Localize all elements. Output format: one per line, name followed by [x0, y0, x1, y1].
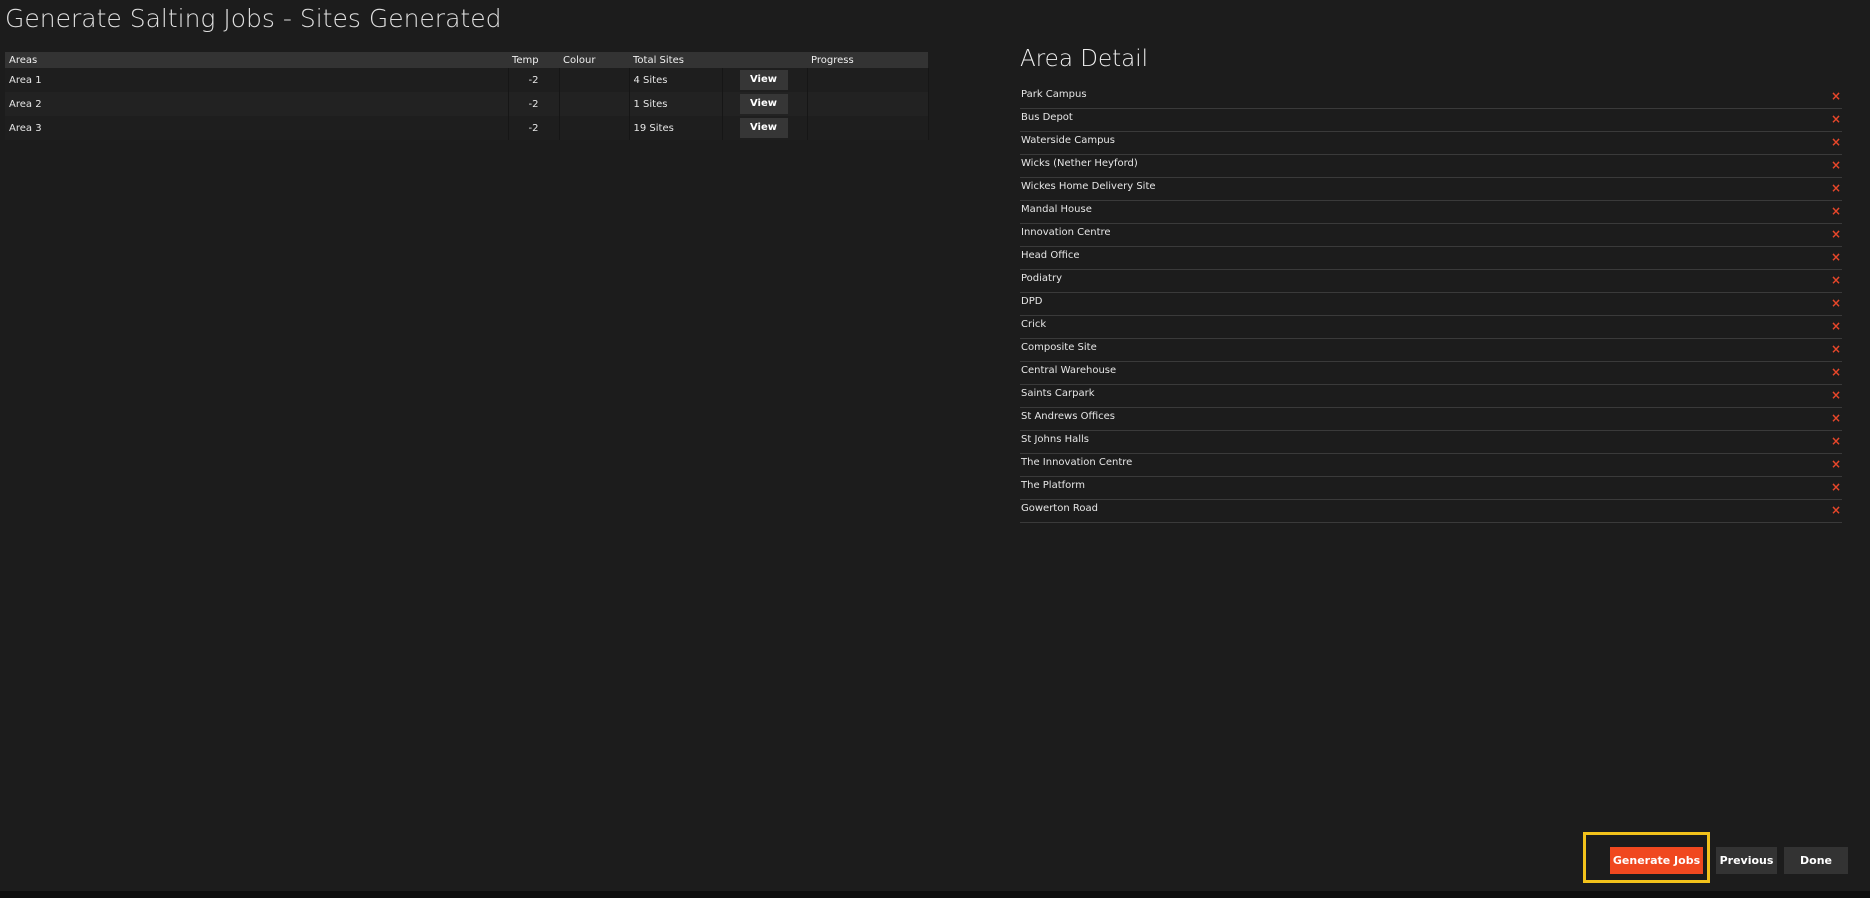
table-row: Area 2 -2 1 Sites View	[5, 92, 929, 116]
action-cell: View	[722, 116, 808, 140]
table-row: Area 3 -2 19 Sites View	[5, 116, 929, 140]
site-name: Innovation Centre	[1021, 227, 1111, 238]
remove-icon[interactable]: ×	[1830, 159, 1842, 171]
remove-icon[interactable]: ×	[1830, 458, 1842, 470]
remove-icon[interactable]: ×	[1830, 274, 1842, 286]
remove-icon[interactable]: ×	[1830, 320, 1842, 332]
list-item: Central Warehouse ×	[1020, 362, 1842, 385]
page-title: Generate Salting Jobs - Sites Generated	[5, 4, 502, 33]
area-cell: Area 3	[5, 116, 509, 140]
site-name: Central Warehouse	[1021, 365, 1117, 376]
remove-icon[interactable]: ×	[1830, 228, 1842, 240]
header-temp: Temp	[508, 52, 559, 68]
list-item: Gowerton Road ×	[1020, 500, 1842, 523]
progress-cell	[807, 92, 929, 116]
colour-cell	[559, 68, 630, 92]
total-sites-cell: 19 Sites	[629, 116, 723, 140]
site-name: Mandal House	[1021, 204, 1092, 215]
list-item: Saints Carpark ×	[1020, 385, 1842, 408]
area-detail-list: Park Campus × Bus Depot × Waterside Campus × W…	[1020, 86, 1842, 523]
area-cell: Area 1	[5, 68, 509, 92]
remove-icon[interactable]: ×	[1830, 251, 1842, 263]
list-item: Composite Site ×	[1020, 339, 1842, 362]
site-name: Saints Carpark	[1021, 388, 1095, 399]
site-name: Park Campus	[1021, 89, 1087, 100]
view-button[interactable]: View	[739, 118, 788, 138]
header-action	[722, 52, 807, 68]
remove-icon[interactable]: ×	[1830, 297, 1842, 309]
remove-icon[interactable]: ×	[1830, 504, 1842, 516]
list-item: Mandal House ×	[1020, 201, 1842, 224]
site-name: The Innovation Centre	[1021, 457, 1133, 468]
list-item: Bus Depot ×	[1020, 109, 1842, 132]
header-total-sites: Total Sites	[629, 52, 722, 68]
header-progress: Progress	[807, 52, 928, 68]
remove-icon[interactable]: ×	[1830, 205, 1842, 217]
list-item: The Platform ×	[1020, 477, 1842, 500]
site-name: Composite Site	[1021, 342, 1097, 353]
site-name: Gowerton Road	[1021, 503, 1098, 514]
list-item: Innovation Centre ×	[1020, 224, 1842, 247]
area-detail-title: Area Detail	[1020, 46, 1148, 72]
temp-cell: -2	[508, 68, 560, 92]
area-cell: Area 2	[5, 92, 509, 116]
site-name: Waterside Campus	[1021, 135, 1115, 146]
list-item: Crick ×	[1020, 316, 1842, 339]
site-name: St Johns Halls	[1021, 434, 1089, 445]
list-item: St Johns Halls ×	[1020, 431, 1842, 454]
page: Generate Salting Jobs - Sites Generated …	[0, 0, 1870, 898]
list-item: Wicks (Nether Heyford) ×	[1020, 155, 1842, 178]
remove-icon[interactable]: ×	[1830, 412, 1842, 424]
site-name: DPD	[1021, 296, 1043, 307]
remove-icon[interactable]: ×	[1830, 366, 1842, 378]
remove-icon[interactable]: ×	[1830, 343, 1842, 355]
bottom-bar	[0, 891, 1870, 898]
view-button[interactable]: View	[739, 94, 788, 114]
colour-cell	[559, 116, 630, 140]
progress-cell	[807, 116, 929, 140]
action-cell: View	[722, 68, 808, 92]
remove-icon[interactable]: ×	[1830, 435, 1842, 447]
previous-button[interactable]: Previous	[1716, 847, 1777, 874]
header-colour: Colour	[559, 52, 629, 68]
site-name: Crick	[1021, 319, 1047, 330]
site-name: Bus Depot	[1021, 112, 1073, 123]
site-name: St Andrews Offices	[1021, 411, 1115, 422]
list-item: St Andrews Offices ×	[1020, 408, 1842, 431]
done-button[interactable]: Done	[1784, 847, 1848, 874]
list-item: Park Campus ×	[1020, 86, 1842, 109]
table-row: Area 1 -2 4 Sites View	[5, 68, 929, 92]
site-name: Wickes Home Delivery Site	[1021, 181, 1156, 192]
progress-cell	[807, 68, 929, 92]
remove-icon[interactable]: ×	[1830, 90, 1842, 102]
site-name: Wicks (Nether Heyford)	[1021, 158, 1138, 169]
site-name: Podiatry	[1021, 273, 1062, 284]
site-name: The Platform	[1021, 480, 1085, 491]
list-item: Waterside Campus ×	[1020, 132, 1842, 155]
areas-table-header: Areas Temp Colour Total Sites Progress	[5, 52, 928, 68]
areas-table-body: Area 1 -2 4 Sites View Area 2 -2 1 Sites View Ar…	[5, 68, 929, 140]
remove-icon[interactable]: ×	[1830, 481, 1842, 493]
temp-cell: -2	[508, 92, 560, 116]
list-item: The Innovation Centre ×	[1020, 454, 1842, 477]
temp-cell: -2	[508, 116, 560, 140]
view-button[interactable]: View	[739, 70, 788, 90]
total-sites-cell: 1 Sites	[629, 92, 723, 116]
site-name: Head Office	[1021, 250, 1080, 261]
total-sites-cell: 4 Sites	[629, 68, 723, 92]
list-item: DPD ×	[1020, 293, 1842, 316]
list-item: Podiatry ×	[1020, 270, 1842, 293]
generate-jobs-button[interactable]: Generate Jobs	[1610, 847, 1703, 874]
remove-icon[interactable]: ×	[1830, 389, 1842, 401]
list-item: Wickes Home Delivery Site ×	[1020, 178, 1842, 201]
remove-icon[interactable]: ×	[1830, 136, 1842, 148]
areas-table: Areas Temp Colour Total Sites Progress A…	[5, 52, 929, 140]
remove-icon[interactable]: ×	[1830, 113, 1842, 125]
list-item: Head Office ×	[1020, 247, 1842, 270]
remove-icon[interactable]: ×	[1830, 182, 1842, 194]
colour-cell	[559, 92, 630, 116]
action-cell: View	[722, 92, 808, 116]
header-areas: Areas	[5, 52, 508, 68]
